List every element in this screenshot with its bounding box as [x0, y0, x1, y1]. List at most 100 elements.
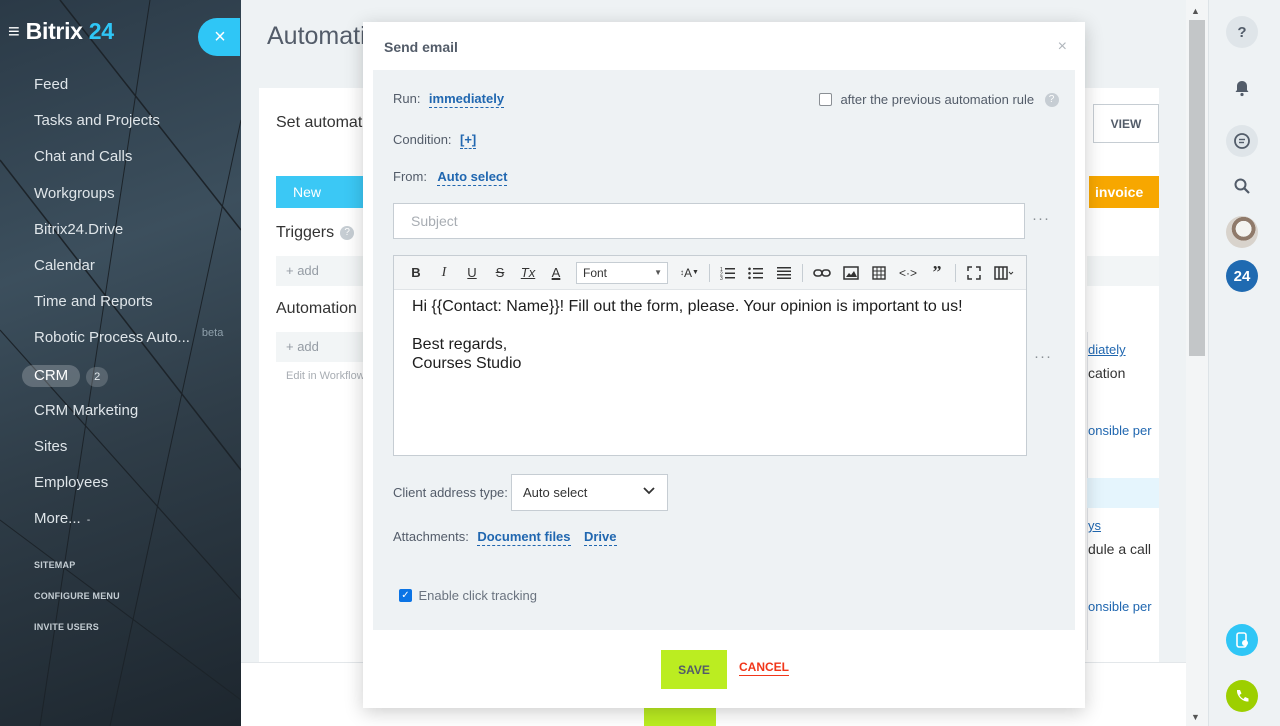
view-button[interactable]: VIEW — [1093, 104, 1159, 143]
save-button[interactable]: SAVE — [661, 650, 727, 689]
sidebar-item-label: Feed — [34, 76, 69, 93]
bold-button[interactable]: B — [408, 263, 424, 283]
sidebar-item-crm-marketing[interactable]: CRM Marketing — [34, 400, 223, 436]
user-avatar[interactable] — [1226, 216, 1258, 248]
after-previous-checkbox[interactable] — [819, 93, 832, 107]
add-trigger-button[interactable]: + add — [276, 256, 371, 286]
footer-save-button[interactable] — [644, 705, 716, 726]
bitrix24-badge[interactable]: 24 — [1226, 260, 1258, 292]
sidebar-item-label: Robotic Process Auto... — [34, 329, 190, 347]
sidebar-item-more[interactable]: More... - — [34, 508, 223, 544]
code-icon[interactable]: <·> — [899, 263, 917, 283]
attachments-row: Attachments: Document files Drive — [393, 528, 617, 546]
cancel-button[interactable]: CANCEL — [739, 660, 789, 676]
source-view-icon[interactable] — [994, 263, 1014, 283]
subject-more-icon[interactable]: ··· — [1032, 210, 1050, 227]
chevron-down-icon — [643, 484, 655, 498]
close-icon[interactable]: × — [198, 18, 240, 56]
page-title: Automati — [267, 22, 366, 50]
logo-word: Bitrix — [25, 18, 83, 44]
sidebar-item-feed[interactable]: Feed — [34, 74, 223, 110]
sidebar-item-employees[interactable]: Employees — [34, 472, 223, 508]
table-icon[interactable] — [871, 263, 887, 283]
add-automation-button[interactable]: + add — [276, 332, 371, 362]
editor-more-icon[interactable]: ··· — [1034, 348, 1052, 365]
sidebar-item-workgroups[interactable]: Workgroups — [34, 183, 223, 219]
logo[interactable]: ≡ Bitrix 24 — [8, 18, 114, 45]
send-email-dialog: Send email × Run: immediately after the … — [363, 22, 1085, 708]
sidebar-item-label: Calendar — [34, 256, 95, 274]
editor-toolbar: B I U S Tx A Font ▼ ↕ A ▼ 123 <·> ” — [394, 256, 1026, 290]
sidebar-item-crm[interactable]: CRM 2 — [22, 364, 223, 400]
email-body-editor[interactable]: B I U S Tx A Font ▼ ↕ A ▼ 123 <·> ” Hi {… — [393, 255, 1027, 456]
responsible-link[interactable]: onsible per — [1088, 599, 1159, 614]
rule-title: cation — [1088, 365, 1126, 381]
help-icon[interactable]: ? — [1044, 92, 1059, 107]
phone-icon[interactable] — [1226, 680, 1258, 712]
delay-link[interactable]: ys — [1088, 518, 1159, 533]
bullet-list-icon[interactable] — [748, 263, 764, 283]
logo-number: 24 — [88, 18, 114, 44]
click-tracking-checkbox[interactable]: ✓ — [399, 589, 412, 603]
document-files-link[interactable]: Document files — [477, 529, 571, 546]
sidebar-item-tasks[interactable]: Tasks and Projects — [34, 110, 223, 146]
link-icon[interactable] — [813, 263, 831, 283]
help-icon[interactable]: ? — [1226, 16, 1258, 48]
font-size-button[interactable]: ↕ A ▼ — [680, 263, 699, 283]
quote-icon[interactable]: ” — [929, 262, 945, 283]
invite-users-link[interactable]: INVITE USERS — [34, 622, 120, 653]
ordered-list-icon[interactable]: 123 — [720, 263, 736, 283]
close-icon[interactable]: × — [1058, 38, 1067, 56]
attachments-label: Attachments: — [393, 529, 469, 544]
editor-content[interactable]: Hi {{Contact: Name}}! Fill out the form,… — [394, 290, 1026, 380]
hamburger-menu-icon[interactable]: ≡ — [8, 22, 20, 42]
left-sidebar: ≡ Bitrix 24 × Feed Tasks and Projects Ch… — [0, 0, 241, 726]
font-select[interactable]: Font ▼ — [576, 261, 668, 284]
text-color-button[interactable]: A — [548, 263, 564, 283]
run-link[interactable]: diately — [1088, 342, 1159, 357]
chat-icon[interactable] — [1226, 125, 1258, 157]
run-row: Run: immediately — [393, 90, 505, 108]
sidebar-item-drive[interactable]: Bitrix24.Drive — [34, 219, 223, 255]
invoice-automation-card-2[interactable]: ys dule a call onsible per — [1087, 508, 1159, 650]
configure-menu-link[interactable]: CONFIGURE MENU — [34, 591, 120, 622]
edit-in-workflow-link[interactable]: Edit in Workflow — [286, 370, 365, 382]
scroll-down-arrow-icon[interactable]: ▼ — [1191, 712, 1200, 722]
help-icon[interactable]: ? — [340, 225, 355, 240]
italic-button[interactable]: I — [436, 263, 452, 283]
body-line-regards: Best regards, — [412, 336, 508, 353]
align-icon[interactable] — [776, 263, 792, 283]
stage-new[interactable]: New — [276, 176, 371, 208]
condition-add-link[interactable]: [+] — [460, 132, 477, 149]
from-value-link[interactable]: Auto select — [437, 169, 508, 186]
run-value-link[interactable]: immediately — [428, 91, 505, 108]
sidebar-item-rpa[interactable]: Robotic Process Auto... beta — [34, 327, 223, 363]
client-address-value: Auto select — [523, 485, 588, 500]
sidebar-item-chat[interactable]: Chat and Calls — [34, 146, 223, 182]
clear-format-button[interactable]: Tx — [520, 263, 536, 283]
strikethrough-button[interactable]: S — [492, 263, 508, 283]
beta-badge: beta — [201, 327, 224, 340]
search-icon[interactable] — [1226, 170, 1258, 202]
responsible-link[interactable]: onsible per — [1088, 423, 1159, 438]
sitemap-link[interactable]: SITEMAP — [34, 560, 120, 591]
underline-button[interactable]: U — [464, 263, 480, 283]
fullscreen-icon[interactable] — [966, 263, 982, 283]
invoice-automation-card-1[interactable]: diately cation onsible per — [1087, 332, 1159, 478]
notifications-bell-icon[interactable] — [1226, 72, 1258, 104]
scroll-up-arrow-icon[interactable]: ▲ — [1191, 6, 1200, 16]
invoice-strip-2 — [1087, 478, 1159, 508]
stage-invoice[interactable]: invoice — [1089, 176, 1159, 208]
drive-link[interactable]: Drive — [583, 529, 617, 546]
client-address-select[interactable]: Auto select — [511, 474, 668, 511]
open-lines-icon[interactable] — [1226, 624, 1258, 656]
sidebar-item-calendar[interactable]: Calendar — [34, 255, 223, 291]
subject-input[interactable] — [393, 203, 1025, 239]
scrollbar-thumb[interactable] — [1189, 20, 1205, 356]
sidebar-item-label: CRM — [22, 364, 81, 387]
sidebar-item-sites[interactable]: Sites — [34, 436, 223, 472]
image-icon[interactable] — [843, 263, 859, 283]
sidebar-item-label: Tasks and Projects — [34, 112, 160, 130]
font-select-value: Font — [583, 265, 608, 280]
sidebar-item-time-reports[interactable]: Time and Reports — [34, 291, 223, 327]
